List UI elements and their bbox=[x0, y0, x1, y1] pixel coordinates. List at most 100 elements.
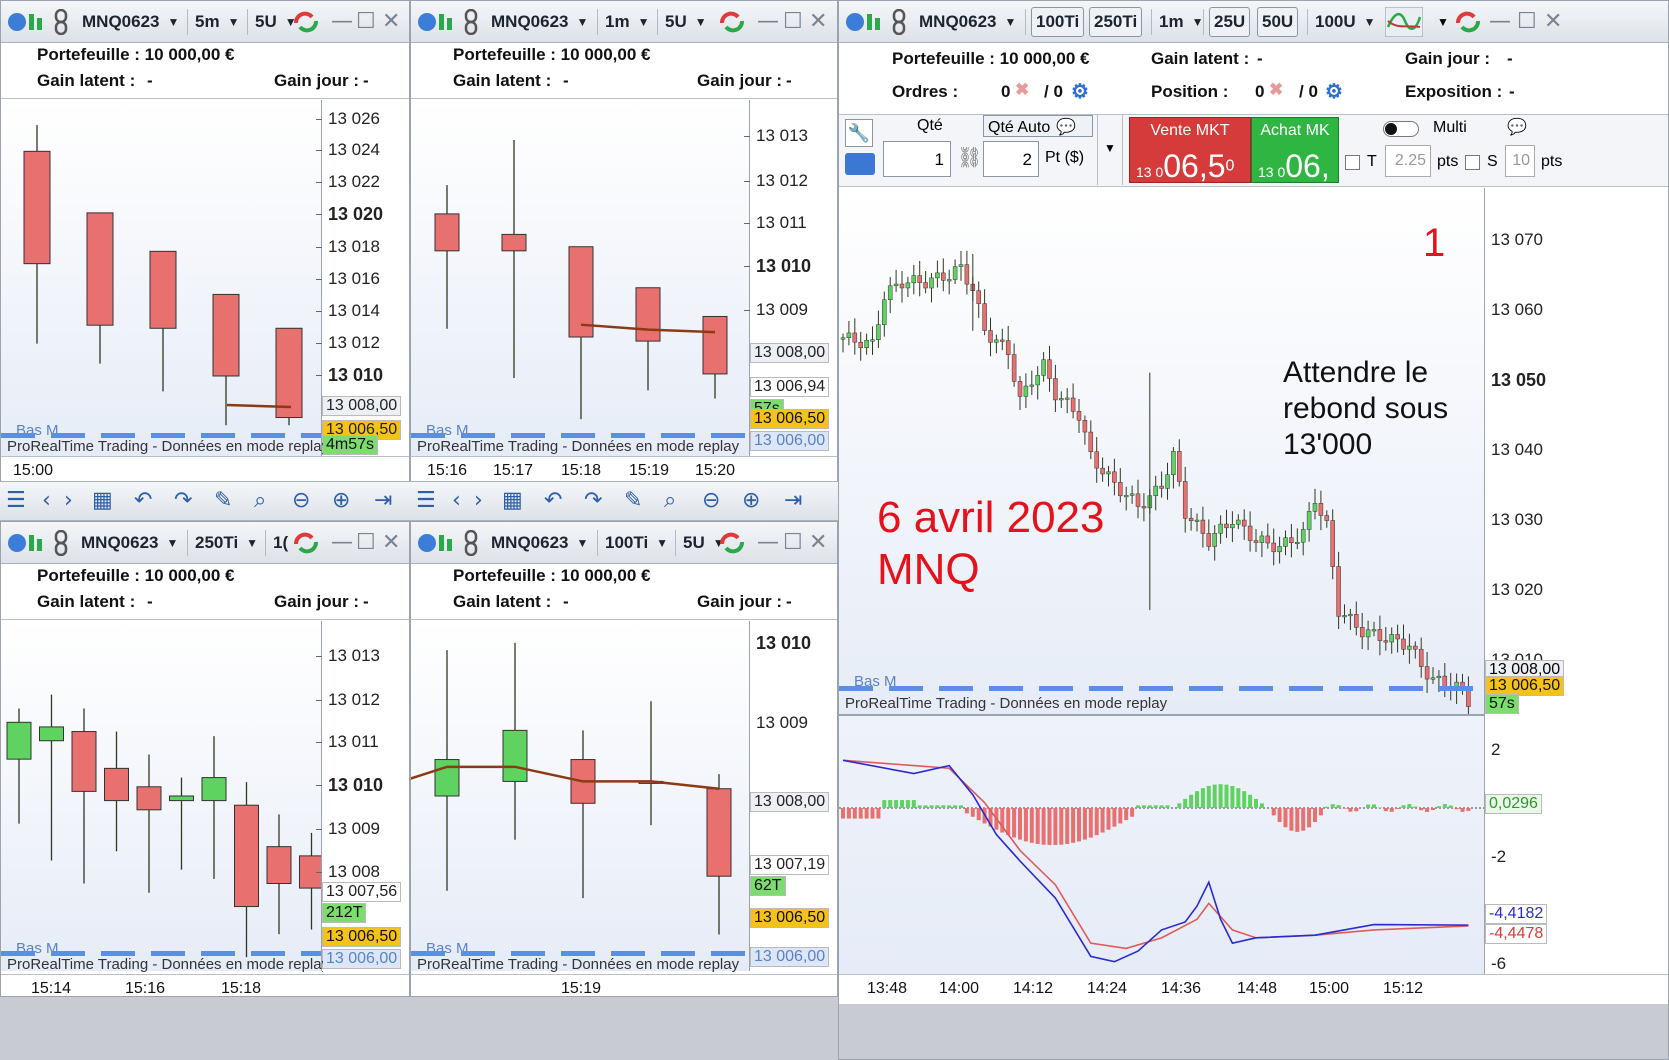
tf-button-250ti[interactable]: 250Ti bbox=[1089, 7, 1143, 37]
zoom-out-icon[interactable]: ⊖ bbox=[702, 488, 720, 513]
close-icon[interactable]: ✕ bbox=[382, 9, 400, 34]
price-axis[interactable]: 13 013 13 012 13 011 13 010 13 009 13 008,00 1… bbox=[744, 100, 837, 456]
calendar-icon[interactable]: ▦ bbox=[92, 488, 113, 513]
zoom-in-icon[interactable]: ⊕ bbox=[332, 488, 350, 513]
scroll-left-icon[interactable]: ‹ bbox=[42, 488, 51, 513]
tf-button-100ti[interactable]: 100Ti bbox=[1031, 7, 1085, 37]
price-chart[interactable]: Bas M16 avril 2023MNQAttendre lerebond s… bbox=[839, 188, 1484, 714]
scroll-left-icon[interactable]: ‹ bbox=[452, 488, 461, 513]
maximize-icon[interactable]: ☐ bbox=[356, 9, 376, 34]
chart-type-icon[interactable] bbox=[417, 531, 455, 555]
macd-oscillator[interactable] bbox=[839, 714, 1484, 974]
zoom-fit-icon[interactable]: ⌕ bbox=[254, 488, 266, 513]
gear-icon[interactable]: ⚙ bbox=[1325, 79, 1343, 104]
price-axis[interactable]: 13 070 13 060 13 050 13 040 13 030 13 020 13 0… bbox=[1484, 188, 1668, 714]
close-icon[interactable]: ✕ bbox=[382, 530, 400, 555]
s-checkbox[interactable] bbox=[1465, 155, 1480, 170]
multi-toggle[interactable] bbox=[1383, 121, 1419, 137]
timeframe-selector[interactable]: 1m ▼ bbox=[599, 7, 655, 37]
minimize-icon[interactable]: — bbox=[757, 530, 779, 555]
price-chart[interactable]: Bas M bbox=[1, 100, 323, 456]
link-chain-icon[interactable] bbox=[53, 530, 71, 556]
redo-icon[interactable]: ↷ bbox=[174, 488, 192, 513]
oscillator-axis[interactable]: 2 -2 -6 0,0296 -4,4182 -4,4478 bbox=[1484, 714, 1668, 974]
time-axis[interactable]: 13:48 14:00 14:12 14:24 14:36 14:48 15:00 15:12 bbox=[839, 974, 1668, 1004]
time-axis[interactable]: 15:19 bbox=[411, 974, 837, 996]
units-selector[interactable]: 100U ▼ bbox=[1309, 7, 1382, 37]
scroll-end-icon[interactable]: ⇥ bbox=[374, 488, 392, 513]
close-icon[interactable]: ✕ bbox=[809, 530, 827, 555]
price-chart[interactable]: Bas M bbox=[1, 621, 323, 971]
t-input[interactable]: 2.25 bbox=[1385, 145, 1431, 177]
keyboard-icon[interactable] bbox=[845, 153, 875, 175]
s-input[interactable]: 10 bbox=[1505, 145, 1535, 177]
instrument-selector[interactable]: MNQ0623 ▼ bbox=[485, 528, 594, 558]
drawing-tool-icon[interactable]: ✎ bbox=[624, 488, 642, 513]
time-axis[interactable]: 15:16 15:17 15:18 15:19 15:20 bbox=[411, 456, 837, 481]
timeframe-selector[interactable]: 250Ti ▼ bbox=[189, 528, 264, 558]
zoom-fit-icon[interactable]: ⌕ bbox=[664, 488, 676, 513]
cancel-x-icon[interactable]: ✖ bbox=[1269, 80, 1283, 100]
close-icon[interactable]: ✕ bbox=[809, 9, 827, 34]
redo-icon[interactable]: ↷ bbox=[584, 488, 602, 513]
refresh-icon[interactable] bbox=[717, 9, 747, 35]
scroll-right-icon[interactable]: › bbox=[474, 488, 483, 513]
undo-icon[interactable]: ↶ bbox=[134, 488, 152, 513]
price-chart[interactable]: Bas M bbox=[411, 100, 751, 456]
sell-market-button[interactable]: Vente MKT 13 006,50 bbox=[1129, 117, 1251, 184]
qty-input[interactable]: 1 bbox=[883, 141, 951, 177]
link-chain-icon[interactable]: ⛓ bbox=[957, 145, 982, 170]
link-chain-icon[interactable] bbox=[891, 9, 909, 35]
maximize-icon[interactable]: ☐ bbox=[1517, 9, 1537, 34]
maximize-icon[interactable]: ☐ bbox=[356, 530, 376, 555]
link-chain-icon[interactable] bbox=[53, 9, 71, 35]
units-button-25u[interactable]: 25U bbox=[1209, 7, 1251, 37]
instrument-selector[interactable]: MNQ0623 ▼ bbox=[485, 7, 594, 37]
close-icon[interactable]: ✕ bbox=[1544, 9, 1562, 34]
menu-icon[interactable]: ☰ bbox=[416, 488, 436, 513]
link-chain-icon[interactable] bbox=[463, 530, 481, 556]
qty-dropdown[interactable]: ▼ bbox=[1097, 115, 1123, 185]
timeframe-selector[interactable]: 5m ▼ bbox=[189, 7, 245, 37]
link-chain-icon[interactable] bbox=[463, 9, 481, 35]
timeframe-selector[interactable]: 100Ti ▼ bbox=[599, 528, 674, 558]
refresh-icon[interactable] bbox=[291, 530, 321, 556]
units-button-50u[interactable]: 50U bbox=[1257, 7, 1299, 37]
price-axis[interactable]: 13 013 13 012 13 011 13 010 13 009 13 008 13 0… bbox=[316, 621, 409, 971]
maximize-icon[interactable]: ☐ bbox=[783, 9, 803, 34]
zoom-in-icon[interactable]: ⊕ bbox=[742, 488, 760, 513]
buy-market-button[interactable]: Achat MK 13 006, bbox=[1251, 117, 1339, 183]
chart-type-icon[interactable] bbox=[7, 531, 45, 555]
indicator-icon[interactable] bbox=[1385, 7, 1423, 37]
scroll-right-icon[interactable]: › bbox=[64, 488, 73, 513]
time-axis[interactable]: 15:00 bbox=[1, 456, 409, 481]
scroll-end-icon[interactable]: ⇥ bbox=[784, 488, 802, 513]
instrument-selector[interactable]: MNQ0623 ▼ bbox=[913, 7, 1022, 37]
units-selector[interactable]: 5U ▼ bbox=[659, 7, 713, 37]
minimize-icon[interactable]: — bbox=[331, 9, 353, 34]
chart-type-icon[interactable] bbox=[417, 10, 455, 34]
minimize-icon[interactable]: — bbox=[331, 530, 353, 555]
minimize-icon[interactable]: — bbox=[757, 9, 779, 34]
zoom-out-icon[interactable]: ⊖ bbox=[292, 488, 310, 513]
maximize-icon[interactable]: ☐ bbox=[783, 530, 803, 555]
calendar-icon[interactable]: ▦ bbox=[502, 488, 523, 513]
cancel-x-icon[interactable]: ✖ bbox=[1015, 80, 1029, 100]
menu-icon[interactable]: ☰ bbox=[6, 488, 26, 513]
minimize-icon[interactable]: — bbox=[1489, 9, 1511, 34]
info-bubble-icon[interactable]: 💬 bbox=[1507, 117, 1527, 137]
qty-auto-input[interactable]: 2 bbox=[983, 141, 1039, 177]
refresh-icon[interactable] bbox=[717, 530, 747, 556]
refresh-icon[interactable] bbox=[1453, 9, 1483, 35]
chevron-down-icon[interactable]: ▼ bbox=[1437, 15, 1449, 29]
chart-type-icon[interactable] bbox=[845, 10, 883, 34]
chart-type-icon[interactable] bbox=[7, 10, 45, 34]
undo-icon[interactable]: ↶ bbox=[544, 488, 562, 513]
price-chart[interactable]: Bas M bbox=[411, 621, 751, 971]
refresh-icon[interactable] bbox=[291, 9, 321, 35]
instrument-selector[interactable]: MNQ0623 ▼ bbox=[75, 528, 184, 558]
gear-icon[interactable]: ⚙ bbox=[1071, 79, 1089, 104]
instrument-selector[interactable]: MNQ0623 ▼ bbox=[75, 7, 186, 37]
time-axis[interactable]: 15:14 15:16 15:18 bbox=[1, 974, 409, 996]
timeframe-selector[interactable]: 1m ▼ bbox=[1153, 7, 1209, 37]
